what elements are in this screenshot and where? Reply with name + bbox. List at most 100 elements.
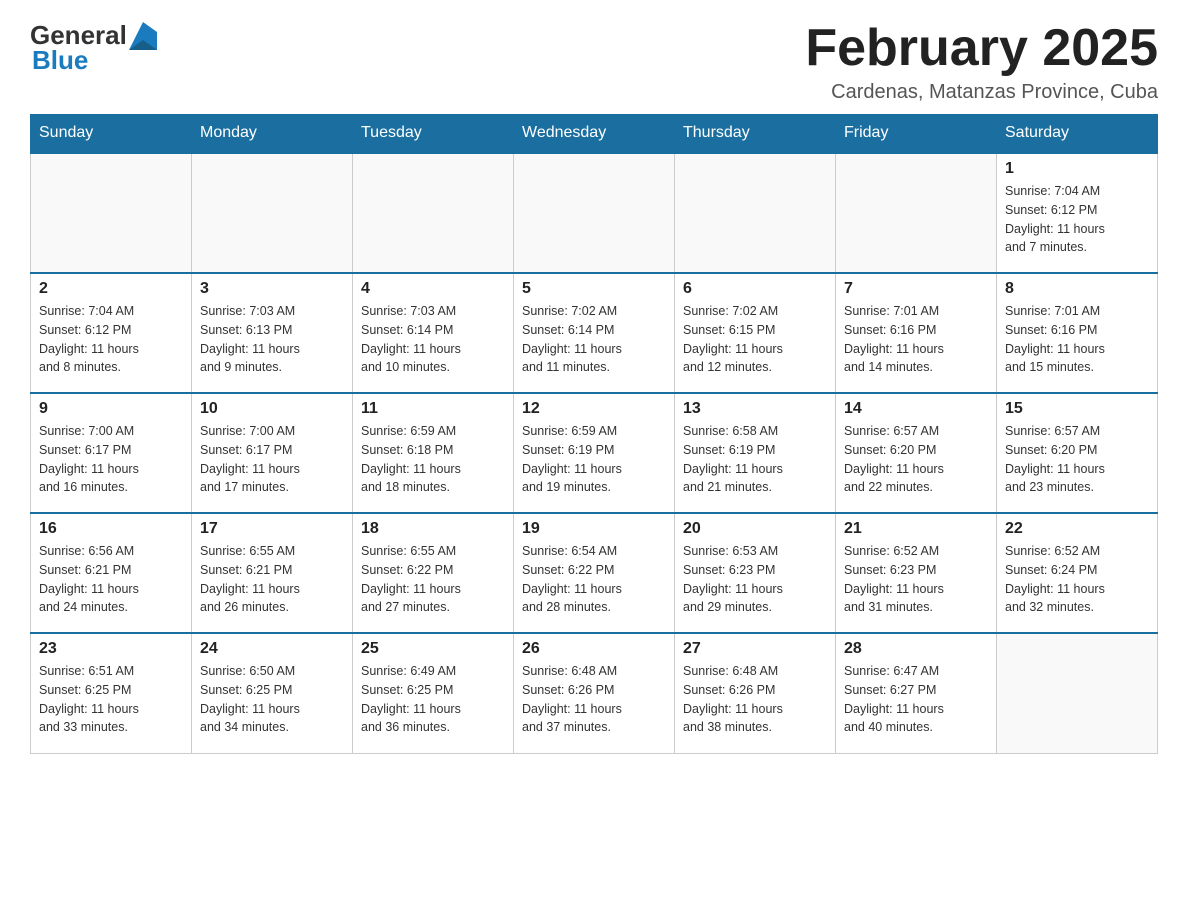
- calendar-day-cell: 4Sunrise: 7:03 AM Sunset: 6:14 PM Daylig…: [353, 273, 514, 393]
- day-number: 15: [1005, 400, 1149, 418]
- calendar-day-cell: 17 Sunrise: 6:55 AM Sunset: 6:21 PM Dayli…: [192, 513, 353, 633]
- calendar-day-cell: 3 Sunrise: 7:03 AM Sunset: 6:13 PM Daylig…: [192, 273, 353, 393]
- day-info: Sunrise: 6:58 AM Sunset: 6:19 PM Dayligh…: [683, 422, 827, 497]
- day-info: Sunrise: 6:59 AM Sunset: 6:19 PM Dayligh…: [522, 422, 666, 497]
- day-info: Sunrise: 6:48 AM Sunset: 6:26 PM Dayligh…: [522, 662, 666, 737]
- day-info: Sunrise: 6:52 AM Sunset: 6:24 PM Dayligh…: [1005, 542, 1149, 617]
- calendar-day-cell: [997, 633, 1158, 753]
- calendar-table: SundayMondayTuesdayWednesdayThursdayFrid…: [30, 114, 1158, 754]
- day-number: 14: [844, 400, 988, 418]
- day-number: 5: [522, 280, 666, 298]
- day-info: Sunrise: 6:55 AM Sunset: 6:22 PM Dayligh…: [361, 542, 505, 617]
- calendar-header-friday: Friday: [836, 114, 997, 153]
- day-info: Sunrise: 6:57 AM Sunset: 6:20 PM Dayligh…: [1005, 422, 1149, 497]
- day-number: 17: [200, 520, 344, 538]
- day-info: Sunrise: 7:01 AM Sunset: 6:16 PM Dayligh…: [844, 302, 988, 377]
- logo: General Blue: [30, 20, 157, 76]
- day-number: 22: [1005, 520, 1149, 538]
- calendar-day-cell: [353, 153, 514, 273]
- day-info: Sunrise: 7:00 AM Sunset: 6:17 PM Dayligh…: [39, 422, 183, 497]
- day-info: Sunrise: 6:50 AM Sunset: 6:25 PM Dayligh…: [200, 662, 344, 737]
- day-info: Sunrise: 7:04 AM Sunset: 6:12 PM Dayligh…: [39, 302, 183, 377]
- day-number: 7: [844, 280, 988, 298]
- calendar-header-monday: Monday: [192, 114, 353, 153]
- calendar-day-cell: 16 Sunrise: 6:56 AM Sunset: 6:21 PM Dayli…: [31, 513, 192, 633]
- calendar-day-cell: 14 Sunrise: 6:57 AM Sunset: 6:20 PM Dayli…: [836, 393, 997, 513]
- day-number: 28: [844, 640, 988, 658]
- calendar-day-cell: 27Sunrise: 6:48 AM Sunset: 6:26 PM Dayli…: [675, 633, 836, 753]
- calendar-header-sunday: Sunday: [31, 114, 192, 153]
- day-number: 20: [683, 520, 827, 538]
- calendar-header-thursday: Thursday: [675, 114, 836, 153]
- title-section: February 2025 Cardenas, Matanzas Provinc…: [805, 20, 1158, 104]
- location-subtitle: Cardenas, Matanzas Province, Cuba: [805, 81, 1158, 104]
- day-info: Sunrise: 6:57 AM Sunset: 6:20 PM Dayligh…: [844, 422, 988, 497]
- calendar-header-wednesday: Wednesday: [514, 114, 675, 153]
- calendar-day-cell: 6 Sunrise: 7:02 AM Sunset: 6:15 PM Daylig…: [675, 273, 836, 393]
- day-info: Sunrise: 6:49 AM Sunset: 6:25 PM Dayligh…: [361, 662, 505, 737]
- calendar-week-row: 16 Sunrise: 6:56 AM Sunset: 6:21 PM Dayli…: [31, 513, 1158, 633]
- day-info: Sunrise: 7:00 AM Sunset: 6:17 PM Dayligh…: [200, 422, 344, 497]
- day-number: 10: [200, 400, 344, 418]
- calendar-day-cell: 2 Sunrise: 7:04 AM Sunset: 6:12 PM Daylig…: [31, 273, 192, 393]
- calendar-week-row: 23Sunrise: 6:51 AM Sunset: 6:25 PM Dayli…: [31, 633, 1158, 753]
- day-number: 12: [522, 400, 666, 418]
- calendar-week-row: 1 Sunrise: 7:04 AM Sunset: 6:12 PM Daylig…: [31, 153, 1158, 273]
- day-number: 4: [361, 280, 505, 298]
- calendar-day-cell: [192, 153, 353, 273]
- day-number: 25: [361, 640, 505, 658]
- day-number: 3: [200, 280, 344, 298]
- calendar-day-cell: 26 Sunrise: 6:48 AM Sunset: 6:26 PM Dayli…: [514, 633, 675, 753]
- calendar-header-tuesday: Tuesday: [353, 114, 514, 153]
- calendar-day-cell: 28Sunrise: 6:47 AM Sunset: 6:27 PM Dayli…: [836, 633, 997, 753]
- calendar-day-cell: 20 Sunrise: 6:53 AM Sunset: 6:23 PM Dayli…: [675, 513, 836, 633]
- day-number: 11: [361, 400, 505, 418]
- calendar-day-cell: 22 Sunrise: 6:52 AM Sunset: 6:24 PM Dayli…: [997, 513, 1158, 633]
- calendar-week-row: 9 Sunrise: 7:00 AM Sunset: 6:17 PM Daylig…: [31, 393, 1158, 513]
- calendar-day-cell: 10 Sunrise: 7:00 AM Sunset: 6:17 PM Dayli…: [192, 393, 353, 513]
- day-number: 23: [39, 640, 183, 658]
- day-number: 18: [361, 520, 505, 538]
- day-info: Sunrise: 6:56 AM Sunset: 6:21 PM Dayligh…: [39, 542, 183, 617]
- calendar-day-cell: 25 Sunrise: 6:49 AM Sunset: 6:25 PM Dayli…: [353, 633, 514, 753]
- calendar-day-cell: 1 Sunrise: 7:04 AM Sunset: 6:12 PM Daylig…: [997, 153, 1158, 273]
- calendar-day-cell: 12 Sunrise: 6:59 AM Sunset: 6:19 PM Dayli…: [514, 393, 675, 513]
- day-number: 16: [39, 520, 183, 538]
- day-info: Sunrise: 6:53 AM Sunset: 6:23 PM Dayligh…: [683, 542, 827, 617]
- day-info: Sunrise: 7:02 AM Sunset: 6:15 PM Dayligh…: [683, 302, 827, 377]
- day-number: 1: [1005, 160, 1149, 178]
- calendar-week-row: 2 Sunrise: 7:04 AM Sunset: 6:12 PM Daylig…: [31, 273, 1158, 393]
- calendar-day-cell: 5 Sunrise: 7:02 AM Sunset: 6:14 PM Daylig…: [514, 273, 675, 393]
- day-number: 24: [200, 640, 344, 658]
- day-info: Sunrise: 7:03 AM Sunset: 6:13 PM Dayligh…: [200, 302, 344, 377]
- calendar-header-saturday: Saturday: [997, 114, 1158, 153]
- day-info: Sunrise: 7:04 AM Sunset: 6:12 PM Dayligh…: [1005, 182, 1149, 257]
- day-number: 6: [683, 280, 827, 298]
- calendar-day-cell: 9 Sunrise: 7:00 AM Sunset: 6:17 PM Daylig…: [31, 393, 192, 513]
- day-info: Sunrise: 6:59 AM Sunset: 6:18 PM Dayligh…: [361, 422, 505, 497]
- day-number: 2: [39, 280, 183, 298]
- calendar-day-cell: [675, 153, 836, 273]
- calendar-day-cell: 23Sunrise: 6:51 AM Sunset: 6:25 PM Dayli…: [31, 633, 192, 753]
- calendar-header-row: SundayMondayTuesdayWednesdayThursdayFrid…: [31, 114, 1158, 153]
- day-number: 27: [683, 640, 827, 658]
- calendar-day-cell: 11 Sunrise: 6:59 AM Sunset: 6:18 PM Dayli…: [353, 393, 514, 513]
- day-info: Sunrise: 6:52 AM Sunset: 6:23 PM Dayligh…: [844, 542, 988, 617]
- page-header: General Blue February 2025 Cardenas, Mat…: [30, 20, 1158, 104]
- calendar-day-cell: 15 Sunrise: 6:57 AM Sunset: 6:20 PM Dayli…: [997, 393, 1158, 513]
- day-info: Sunrise: 6:55 AM Sunset: 6:21 PM Dayligh…: [200, 542, 344, 617]
- day-number: 13: [683, 400, 827, 418]
- month-title: February 2025: [805, 20, 1158, 77]
- logo-blue-text: Blue: [32, 45, 88, 76]
- day-info: Sunrise: 7:02 AM Sunset: 6:14 PM Dayligh…: [522, 302, 666, 377]
- calendar-day-cell: [514, 153, 675, 273]
- day-number: 19: [522, 520, 666, 538]
- day-number: 9: [39, 400, 183, 418]
- day-number: 26: [522, 640, 666, 658]
- day-info: Sunrise: 6:54 AM Sunset: 6:22 PM Dayligh…: [522, 542, 666, 617]
- calendar-day-cell: 19 Sunrise: 6:54 AM Sunset: 6:22 PM Dayli…: [514, 513, 675, 633]
- calendar-day-cell: 18 Sunrise: 6:55 AM Sunset: 6:22 PM Dayli…: [353, 513, 514, 633]
- calendar-day-cell: 24 Sunrise: 6:50 AM Sunset: 6:25 PM Dayli…: [192, 633, 353, 753]
- calendar-day-cell: 13 Sunrise: 6:58 AM Sunset: 6:19 PM Dayli…: [675, 393, 836, 513]
- day-number: 8: [1005, 280, 1149, 298]
